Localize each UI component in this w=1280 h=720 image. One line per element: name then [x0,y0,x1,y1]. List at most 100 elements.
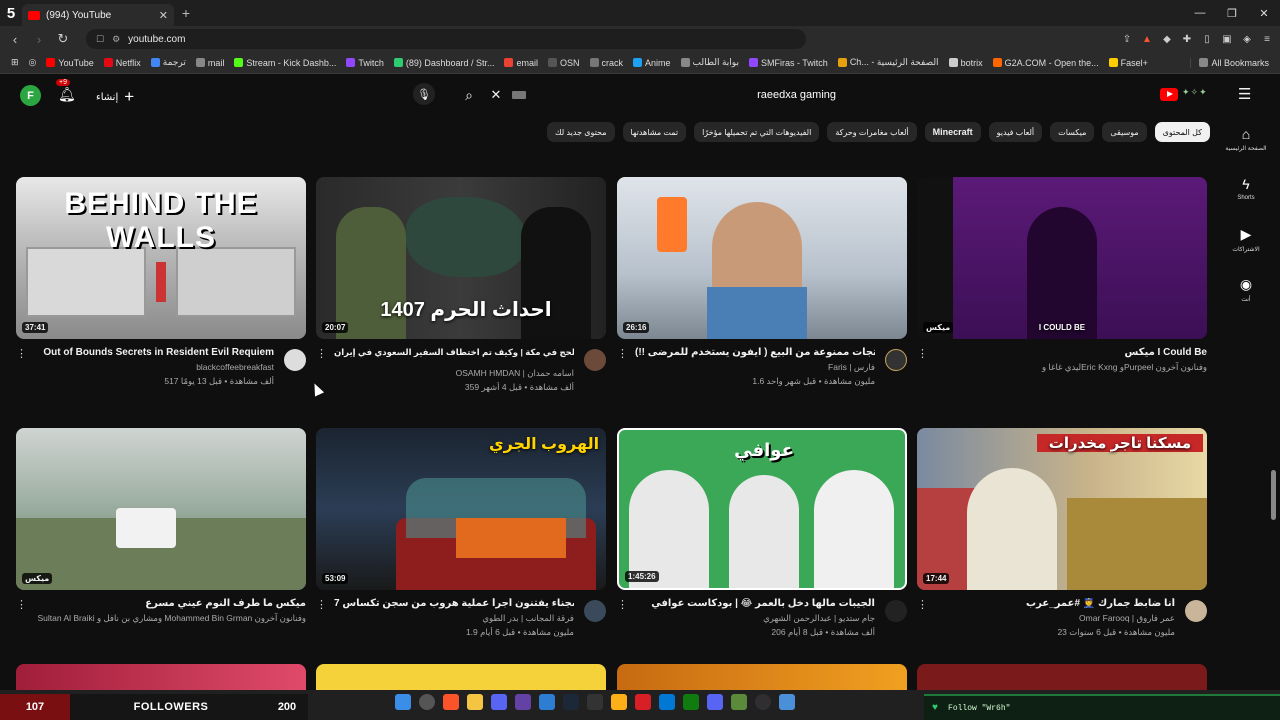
bookmark-item[interactable]: G2A.COM - Open the... [988,58,1104,68]
video-card[interactable]: احداث الحرم 1407 20:07 ⋮ كيف حاولت إيران… [316,177,606,405]
video-title[interactable]: الجيبات مالها دخل بالعمر 😂 | بودكاست عوا… [635,598,875,609]
channel-avatar[interactable] [885,600,907,622]
channel-name[interactable]: Faris | فارس [635,362,875,373]
all-bookmarks-button[interactable]: All Bookmarks [1190,57,1274,68]
channel-name[interactable]: OSAMH HMDAN | اسامه حمدان [334,368,574,379]
rail-item-you[interactable]: ◉ أنت [1222,276,1270,326]
search-icon[interactable]: ⌕ [456,84,482,106]
more-actions-icon[interactable]: ⋮ [316,347,327,360]
more-actions-icon[interactable]: ⋮ [316,598,327,611]
bookmark-star-icon[interactable]: ☐ [96,34,104,45]
video-card[interactable]: عوافي 1:45:26 ⋮ الجيبات مالها دخل بالعمر… [617,428,907,656]
extension-icon[interactable]: ◆ [1160,34,1174,45]
video-thumbnail[interactable] [316,664,606,690]
video-card[interactable]: ميكس ⋮ ميكس ما طرف النوم عيني مسرع Sulta… [16,428,306,656]
bookmark-item[interactable]: Netflix [99,58,146,68]
chip-new-to-you[interactable]: محتوى جديد لك [547,122,615,142]
video-title[interactable]: اشتريت منتجات ممنوعة من البيع ( ايفون يس… [635,347,875,358]
puzzle-icon[interactable]: ✚ [1180,34,1194,45]
rail-item-home[interactable]: ⌂ الصفحة الرئيسية [1222,126,1270,176]
rockstar-icon[interactable] [611,694,627,710]
video-thumbnail[interactable]: I COULD BE ميكس [917,177,1207,339]
bookmark-item[interactable]: SMFiras - Twitch [744,58,833,68]
bookmark-item[interactable]: Ch... - الصفحة الرئيسية [833,57,944,68]
chip-mixes[interactable]: ميكسات [1050,122,1095,142]
rail-item-subscriptions[interactable]: ▶ الاشتراكات [1222,226,1270,276]
more-actions-icon[interactable]: ⋮ [16,347,27,360]
steam-icon[interactable] [563,694,579,710]
video-card[interactable]: الهروب الجري 53:09 ⋮ 7 سجناء يفتنون أجرأ… [316,428,606,656]
app-icon[interactable] [779,694,795,710]
discord-icon[interactable] [491,694,507,710]
video-thumbnail[interactable]: احداث الحرم 1407 20:07 [316,177,606,339]
video-thumbnail[interactable] [617,664,907,690]
rail-item-shorts[interactable]: ϟ Shorts [1222,176,1270,226]
chip-video-games[interactable]: ألعاب فيديو [988,122,1043,142]
bookmark-item[interactable]: botrix [944,58,988,68]
explorer-icon[interactable] [467,694,483,710]
more-actions-icon[interactable]: ⋮ [16,598,27,611]
video-title[interactable]: ميكس ما طرف النوم عيني مسرع [34,598,306,609]
account-avatar[interactable]: F [20,85,41,106]
search-taskbar-icon[interactable] [419,694,435,710]
search-input[interactable] [526,89,846,101]
more-actions-icon[interactable]: ⋮ [617,598,628,611]
notifications-bell-icon[interactable]: 🔔︎ [58,86,76,103]
video-card[interactable]: مسكنا تاجر مخدرات 17:44 ⋮ أنا ضابط جمارك… [917,428,1207,656]
start-icon[interactable] [395,694,411,710]
video-title[interactable]: كيف حاولت إيران السيطرة على الحج في مكة … [334,347,574,358]
channel-name[interactable]: Omar Farooq | عمر فاروق [935,613,1175,624]
channel-avatar[interactable] [1185,600,1207,622]
youtube-logo-icon[interactable] [1160,88,1178,101]
channel-avatar[interactable] [885,349,907,371]
video-title[interactable]: 7 سجناء يفتنون أجرأ عملية هروب من سجن تك… [334,598,574,609]
video-thumbnail[interactable] [16,664,306,690]
channel-name[interactable]: Sultan Al Braiki ومشاري بن نافل و Mohamm… [34,613,306,624]
bookmark-item[interactable]: Fasel+ [1104,58,1153,68]
bookmark-item[interactable]: Anime [628,58,676,68]
globe-icon[interactable]: ◎ [24,57,42,68]
more-actions-icon[interactable]: ⋮ [917,598,928,611]
wallet-icon[interactable]: ▣ [1220,34,1234,45]
video-thumbnail[interactable]: ميكس [16,428,306,590]
channel-name[interactable]: blackcoffeebreakfast [34,362,274,372]
vpn-icon[interactable]: ◈ [1240,34,1254,45]
forward-button[interactable]: › [30,32,48,47]
omnibox[interactable]: ☐ ⚙ youtube.com [86,29,806,49]
channel-avatar[interactable] [584,600,606,622]
channel-name[interactable]: فرقة المجانب | بدر الطوي [334,613,574,624]
xbox-icon[interactable] [683,694,699,710]
chip-music[interactable]: موسيقى [1102,122,1147,142]
video-title[interactable]: أنا ضابط جمارك 👮 #عمر_عرب [935,598,1175,609]
restore-button[interactable]: ❐ [1216,7,1248,20]
chip-minecraft[interactable]: Minecraft [924,122,981,142]
bookmark-item[interactable]: email [499,58,543,68]
bookmark-item[interactable]: mail [191,58,230,68]
video-thumbnail[interactable] [917,664,1207,690]
reload-button[interactable]: ↻ [54,31,72,47]
apps-icon[interactable]: ⊞ [6,57,24,68]
close-window-button[interactable]: ✕ [1248,7,1280,20]
bookmark-item[interactable]: Twitch [341,58,389,68]
chip-watched[interactable]: تمت مشاهدتها [622,122,687,142]
menu-icon[interactable]: ≡ [1260,34,1274,45]
more-actions-icon[interactable]: ⋮ [617,347,628,360]
video-card[interactable]: 26:16 ⋮ اشتريت منتجات ممنوعة من البيع ( … [617,177,907,405]
video-thumbnail[interactable]: عوافي 1:45:26 [617,428,907,590]
search-bar[interactable]: ✕ [486,84,846,106]
channel-avatar[interactable] [584,349,606,371]
guide-menu-icon[interactable]: ☰ [1238,85,1251,103]
edit-icon[interactable] [539,694,555,710]
sidebar-icon[interactable]: ▯ [1200,34,1214,45]
app-icon[interactable] [635,694,651,710]
new-tab-button[interactable]: + [174,5,198,21]
video-title[interactable]: Out of Bounds Secrets in Resident Evil R… [34,347,274,358]
bookmark-item[interactable]: بوابة الطالب [676,57,744,68]
close-tab-icon[interactable]: ✕ [159,9,168,22]
bookmark-item[interactable]: Stream - Kick Dashb... [229,58,341,68]
voice-search-icon[interactable]: 🎙︎ [413,83,435,105]
video-title[interactable]: ميكس I Could Be [935,347,1207,358]
page-scrollbar[interactable] [1271,470,1276,520]
video-thumbnail[interactable]: 26:16 [617,177,907,339]
minimize-button[interactable]: — [1184,7,1216,20]
